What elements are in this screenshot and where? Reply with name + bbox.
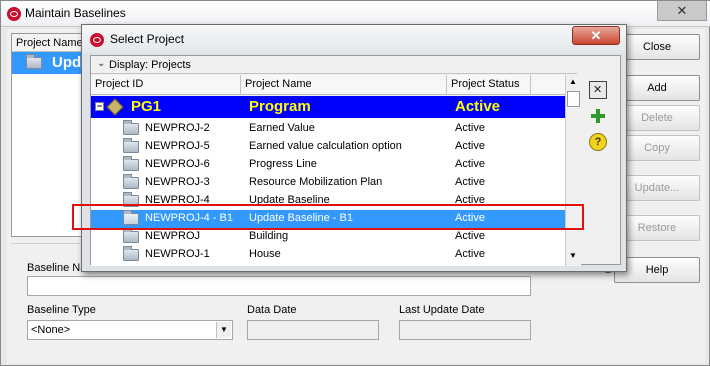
project-id: NEWPROJ-3	[145, 176, 210, 188]
project-name: Earned Value	[249, 122, 315, 134]
scroll-thumb[interactable]	[567, 91, 580, 107]
project-row[interactable]: NEWPROJ-5 Earned value calculation optio…	[91, 138, 565, 156]
wbs-id: PG1	[131, 98, 162, 115]
project-id: NEWPROJ-2	[145, 122, 210, 134]
wbs-status: Active	[455, 98, 501, 115]
project-status: Active	[455, 122, 485, 134]
scroll-up-icon[interactable]: ▲	[569, 77, 577, 86]
project-row[interactable]: NEWPROJ-6 Progress Line Active	[91, 156, 565, 174]
display-bar[interactable]: ⌄ Display: Projects	[91, 56, 577, 74]
baseline-type-value: <None>	[31, 324, 71, 336]
wbs-name: Program	[249, 98, 311, 115]
folder-icon	[123, 156, 139, 171]
project-name: Progress Line	[249, 158, 317, 170]
data-date-label: Data Date	[247, 304, 297, 316]
baseline-type-label: Baseline Type	[27, 304, 96, 316]
project-row[interactable]: NEWPROJ-3 Resource Mobilization Plan Act…	[91, 174, 565, 192]
project-grid[interactable]: − PG1 Program Active NEWPROJ-2 Earned Va…	[91, 96, 565, 266]
project-row[interactable]: NEWPROJ Building Active	[91, 228, 565, 246]
highlight-outline	[72, 204, 584, 230]
project-name: Resource Mobilization Plan	[249, 176, 383, 188]
project-status: Active	[455, 140, 485, 152]
oracle-app-icon	[7, 7, 21, 21]
dialog-title: Select Project	[110, 32, 185, 46]
chevron-down-icon[interactable]: ⌄	[97, 58, 105, 69]
project-name: Building	[249, 230, 289, 242]
project-status: Active	[455, 248, 485, 260]
baseline-name-label: Baseline Na	[27, 262, 87, 274]
project-row[interactable]: NEWPROJ-1 House Active	[91, 246, 565, 264]
oracle-app-icon	[90, 33, 104, 47]
baseline-type-select[interactable]: <None> ▼	[27, 320, 233, 340]
collapse-icon[interactable]: −	[95, 102, 104, 111]
dialog-body: ⌄ Display: Projects Project ID Project N…	[90, 55, 621, 266]
window-close-button[interactable]: ✕	[657, 1, 707, 21]
project-status: Active	[455, 176, 485, 188]
wbs-row[interactable]: − PG1 Program Active	[91, 96, 565, 118]
project-name: House	[249, 248, 281, 260]
add-icon[interactable]	[589, 107, 607, 125]
select-project-dialog: Select Project ✕ ⌄ Display: Projects Pro…	[81, 24, 627, 272]
folder-icon	[123, 246, 139, 261]
project-grid-header: Project ID Project Name Project Status	[91, 75, 565, 95]
column-header-project-id[interactable]: Project ID	[91, 75, 241, 95]
window-title: Maintain Baselines	[25, 6, 126, 20]
project-row[interactable]: NEWPROJ-2 Earned Value Active	[91, 120, 565, 138]
project-id: NEWPROJ-6	[145, 158, 210, 170]
column-header-project-status[interactable]: Project Status	[447, 75, 531, 95]
folder-icon	[123, 174, 139, 189]
project-id: NEWPROJ-1	[145, 248, 210, 260]
project-status: Active	[455, 158, 485, 170]
help-question-icon[interactable]: ?	[589, 133, 607, 151]
dialog-title-bar[interactable]: Select Project ✕	[82, 25, 626, 53]
column-header-project-name[interactable]: Project Name	[241, 75, 447, 95]
column-header-project-name[interactable]: Project Name/	[16, 37, 86, 49]
last-update-date-field	[399, 320, 531, 340]
project-id: NEWPROJ-5	[145, 140, 210, 152]
display-label: Display: Projects	[109, 59, 191, 71]
folder-icon	[123, 138, 139, 153]
vertical-scrollbar[interactable]: ▲ ▼	[565, 75, 581, 266]
data-date-field	[247, 320, 379, 340]
dialog-close-button[interactable]: ✕	[572, 26, 620, 45]
folder-icon	[123, 120, 139, 135]
remove-icon[interactable]	[589, 81, 607, 99]
dialog-side-toolbar: ?	[585, 75, 615, 155]
project-status: Active	[455, 230, 485, 242]
baseline-name-field[interactable]	[27, 276, 531, 296]
last-update-date-label: Last Update Date	[399, 304, 485, 316]
folder-icon	[123, 228, 139, 243]
eps-icon	[106, 98, 124, 116]
project-name: Earned value calculation option	[249, 140, 402, 152]
scroll-down-icon[interactable]: ▼	[569, 251, 577, 260]
project-id: NEWPROJ	[145, 230, 200, 242]
folder-icon	[26, 54, 42, 69]
chevron-down-icon[interactable]: ▼	[216, 322, 231, 338]
